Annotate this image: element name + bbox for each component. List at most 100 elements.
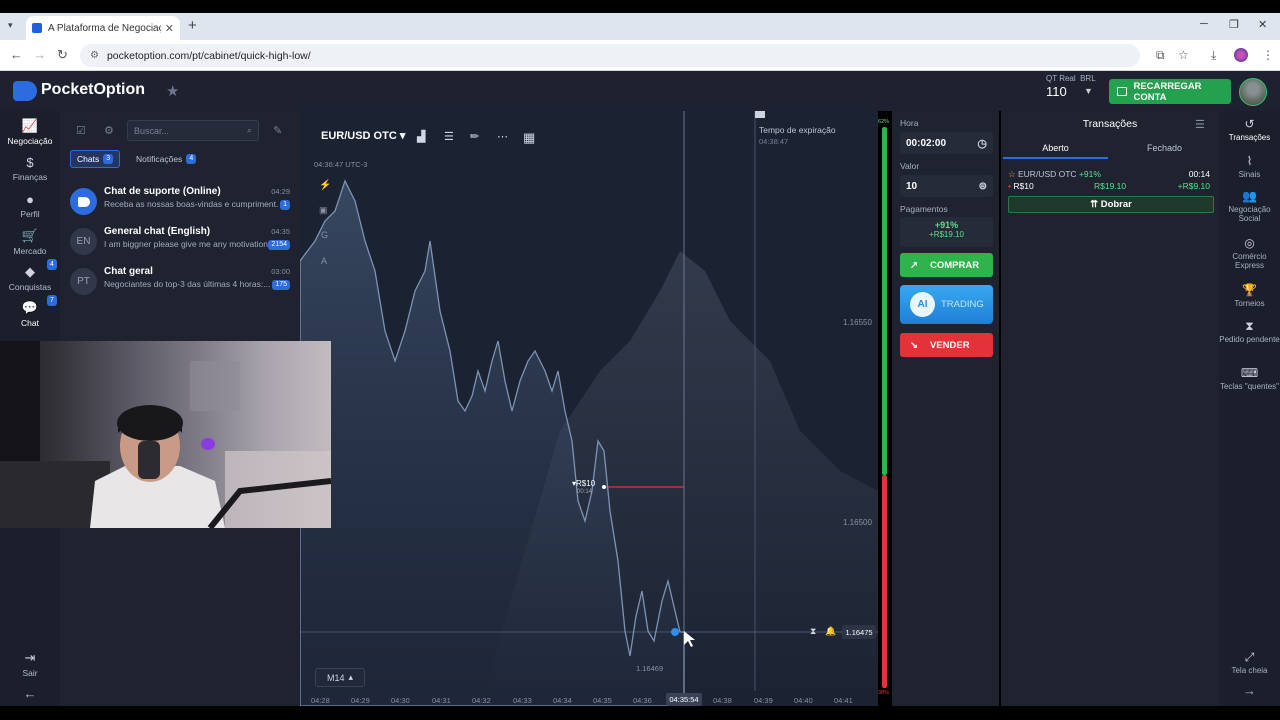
- timeframe-selector[interactable]: M14 ▴: [315, 668, 365, 687]
- collapse-right-arrow-icon[interactable]: →: [1219, 684, 1280, 697]
- reload-icon[interactable]: ↻: [57, 47, 68, 63]
- letterbox-top: [0, 0, 1280, 13]
- browser-tab-active[interactable]: A Plataforma de Negociação M ✕: [26, 16, 180, 40]
- pocketoption-favicon-icon: [32, 23, 42, 33]
- nav-teclas-quentes[interactable]: ⌨ Teclas "quentes": [1219, 366, 1280, 392]
- sell-direction-icon: ▪: [1008, 181, 1012, 191]
- account-dropdown-icon[interactable]: ▼: [1084, 86, 1093, 96]
- transactions-title: Transações: [1082, 118, 1138, 130]
- currency-toggle-icon[interactable]: ⊜: [979, 181, 987, 192]
- pair-selector[interactable]: EUR/USD OTC ▾: [321, 129, 405, 142]
- time-tick: 04:38: [713, 696, 732, 705]
- window-close-icon[interactable]: ✕: [1258, 18, 1267, 31]
- logo-text[interactable]: PocketOption: [41, 81, 145, 99]
- tab-list-chevron-icon[interactable]: ▾: [8, 20, 13, 31]
- logout-icon: ⇥: [24, 650, 36, 665]
- price-tick-1: 1.16550: [843, 318, 872, 327]
- transaction-row-header[interactable]: ☆ EUR/USD OTC +91% 00:14: [1008, 169, 1214, 180]
- sell-sentiment-bar: [882, 475, 887, 688]
- sell-sentiment-value: 38%: [878, 690, 890, 696]
- new-tab-plus-icon[interactable]: +: [188, 17, 197, 34]
- nav-negociacao-social[interactable]: 👥 Negociação Social: [1219, 190, 1280, 224]
- price-chart[interactable]: [300, 111, 878, 706]
- lock-icon[interactable]: ▣: [319, 205, 328, 216]
- layout-grid-icon[interactable]: ▦: [523, 130, 535, 146]
- sell-button[interactable]: ↘ VENDER: [900, 333, 993, 357]
- collapse-left-arrow-icon[interactable]: ←: [0, 686, 60, 701]
- tool-a[interactable]: A: [321, 256, 327, 266]
- trade-open-dot: [602, 485, 606, 489]
- buy-button[interactable]: ↗ COMPRAR: [900, 253, 993, 277]
- more-options-icon[interactable]: ⋯: [497, 130, 508, 143]
- transaction-row-values[interactable]: ▪ R$10 R$19.10 +R$9.10: [1008, 181, 1214, 191]
- time-field-label: Hora: [900, 118, 919, 128]
- ai-trading-button[interactable]: AI TRADING: [900, 285, 993, 324]
- keyboard-icon: ⌨: [1240, 366, 1259, 380]
- indicators-icon[interactable]: ☰: [444, 130, 454, 143]
- chat-search-input[interactable]: Buscar... ⌕: [127, 120, 259, 141]
- nav-financas[interactable]: $ Finanças: [0, 155, 60, 182]
- expiry-flag-icon: [755, 111, 765, 118]
- compose-icon[interactable]: ✎: [273, 124, 282, 137]
- tab-notificacoes[interactable]: Notificações 4: [130, 150, 202, 168]
- user-avatar[interactable]: [1239, 78, 1267, 106]
- tab-fechado[interactable]: Fechado: [1112, 143, 1217, 153]
- nav-tela-cheia[interactable]: ⤢ Tela cheia: [1219, 651, 1280, 676]
- chat-item-geral[interactable]: PT Chat geral Negociantes do top-3 das ú…: [70, 266, 292, 298]
- lightning-icon[interactable]: ⚡: [319, 180, 331, 191]
- nav-comercio-express[interactable]: ◎ Comércio Express: [1219, 237, 1280, 271]
- favorites-star-icon[interactable]: ★: [166, 82, 179, 100]
- forward-arrow-icon[interactable]: →: [33, 47, 46, 62]
- browser-profile-icon[interactable]: [1234, 48, 1248, 62]
- nav-negociacao[interactable]: 📈 Negociação: [0, 118, 60, 146]
- nav-torneios[interactable]: 🏆 Torneios: [1219, 284, 1280, 309]
- account-balance[interactable]: 110: [1046, 84, 1067, 99]
- reload-account-button[interactable]: RECARREGAR CONTA: [1109, 79, 1231, 104]
- nav-sair[interactable]: ⇥ Sair: [0, 650, 60, 678]
- amount-field[interactable]: 10 ⊜: [900, 175, 993, 197]
- chat-item-support[interactable]: Chat de suporte (Online) Receba as nossa…: [70, 186, 292, 218]
- transactions-menu-icon[interactable]: ☰: [1195, 118, 1205, 131]
- nav-mercado[interactable]: 🛒 Mercado: [0, 228, 60, 256]
- mark-read-icon[interactable]: ☑: [76, 124, 86, 137]
- pocketoption-logo-icon[interactable]: [13, 81, 37, 101]
- nav-pedido-pendente[interactable]: ⧗ Pedido pendente: [1219, 320, 1280, 345]
- drawing-brush-icon[interactable]: ✏: [470, 130, 479, 143]
- time-tick: 04:35: [593, 696, 612, 705]
- chat-item-general-english[interactable]: EN General chat (English) I am biggner p…: [70, 226, 292, 258]
- install-app-icon[interactable]: ⧉: [1156, 48, 1165, 63]
- chat-settings-gear-icon[interactable]: ⚙: [104, 124, 114, 137]
- alert-bell-icon[interactable]: 🔔: [825, 626, 836, 637]
- chart-line-icon: 📈: [21, 118, 39, 133]
- bookmark-star-icon[interactable]: ☆: [1178, 48, 1189, 62]
- timer-icon[interactable]: ⧗: [810, 626, 816, 637]
- close-tab-icon[interactable]: ✕: [165, 22, 174, 35]
- tool-g[interactable]: G: [321, 230, 328, 240]
- time-field[interactable]: 00:02:00 ◷: [900, 132, 993, 154]
- download-icon[interactable]: ⤓: [1211, 48, 1216, 63]
- time-tick: 04:36: [633, 696, 652, 705]
- restore-icon[interactable]: ❐: [1229, 18, 1239, 31]
- site-info-icon[interactable]: ⚙: [90, 50, 99, 61]
- conquistas-badge: 4: [47, 259, 57, 270]
- chat-badge: 7: [47, 295, 57, 306]
- webcam-svg: [0, 341, 331, 528]
- tab-aberto[interactable]: Aberto: [1003, 143, 1108, 159]
- webcam-overlay: [0, 341, 331, 528]
- back-arrow-icon[interactable]: ←: [10, 47, 23, 62]
- letterbox-bottom: [0, 706, 1280, 720]
- tab-chats[interactable]: Chats 3: [70, 150, 121, 168]
- browser-menu-icon[interactable]: ⋮: [1262, 48, 1274, 62]
- chart-type-icon[interactable]: ▟: [417, 130, 425, 143]
- time-tick: 04:30: [391, 696, 410, 705]
- nav-perfil[interactable]: ● Perfil: [0, 192, 60, 219]
- minimize-icon[interactable]: ─: [1200, 18, 1208, 30]
- time-tick: 04:29: [351, 696, 370, 705]
- nav-sinais[interactable]: ⌇ Sinais: [1219, 155, 1280, 180]
- trade-marker: ▾R$10: [572, 479, 596, 488]
- url-field[interactable]: ⚙ pocketoption.com/pt/cabinet/quick-high…: [80, 44, 1140, 67]
- double-button[interactable]: ⇈ Dobrar: [1008, 196, 1214, 213]
- time-tick: 04:28: [311, 696, 330, 705]
- nav-transacoes[interactable]: ↺ Transações: [1219, 118, 1280, 143]
- double-chevron-up-icon: ⇈: [1090, 199, 1099, 210]
